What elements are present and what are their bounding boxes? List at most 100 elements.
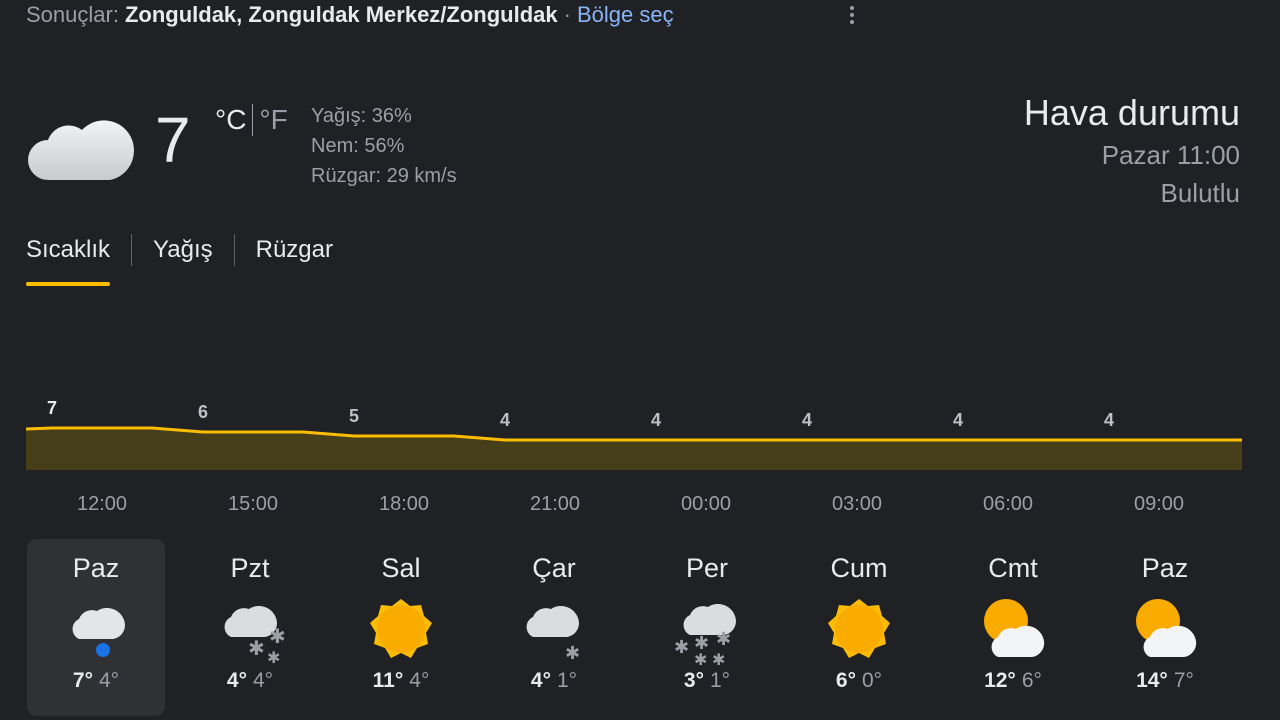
region-select-link[interactable]: Bölge seç <box>577 2 674 28</box>
weather-title: Hava durumu <box>1023 92 1240 133</box>
temperature-value-label: 4 <box>953 410 963 430</box>
day-name: Cum <box>830 553 888 583</box>
temperature-value-label: 4 <box>651 410 661 430</box>
day-name: Pzt <box>230 553 270 583</box>
day-card[interactable]: Paz 14° 7° <box>1096 539 1234 716</box>
tab-divider <box>131 234 133 266</box>
time-tick-label: 09:00 <box>1133 493 1185 515</box>
search-results-bar: Sonuçlar: Zonguldak, Zonguldak Merkez/Zo… <box>26 0 674 30</box>
separator-dot: · <box>563 2 571 27</box>
svg-text:✱: ✱ <box>694 650 707 665</box>
sun-icon <box>370 599 432 658</box>
temperature-area <box>26 428 1242 470</box>
cloud-icon <box>28 120 135 180</box>
celsius-button[interactable]: °C <box>215 104 246 136</box>
day-temperatures: 11° 4° <box>332 669 470 693</box>
day-temperatures: 6° 0° <box>790 669 928 693</box>
day-card[interactable]: Sal 11° 4° <box>332 539 470 716</box>
time-axis: 12:00 15:00 18:00 21:00 00:00 03:00 06:00 09:00 <box>0 493 1280 519</box>
time-tick-label: 15:00 <box>227 493 279 515</box>
day-card[interactable]: Çar ✱ 4° 1° <box>485 539 623 716</box>
partly-cloudy-icon <box>1136 599 1197 657</box>
wind-text: Rüzgar: 29 km/s <box>311 165 457 187</box>
svg-text:✱: ✱ <box>267 648 280 665</box>
chart-tabs: Sıcaklık Yağış Rüzgar <box>26 230 333 286</box>
more-options-icon[interactable] <box>842 0 862 30</box>
day-low-temp: 4° <box>99 669 120 692</box>
day-card[interactable]: Paz 7° 4° <box>27 539 165 716</box>
day-low-temp: 7° <box>1173 669 1194 692</box>
tab-temperature[interactable]: Sıcaklık <box>26 230 111 286</box>
sun-icon <box>828 599 890 658</box>
day-temperatures: 14° 7° <box>1096 669 1234 693</box>
temperature-value-label: 7 <box>47 398 57 418</box>
day-high-temp: 12° <box>984 669 1016 692</box>
tab-wind[interactable]: Rüzgar <box>256 230 333 286</box>
day-name: Çar <box>532 553 576 583</box>
time-tick-label: 00:00 <box>680 493 732 515</box>
day-name: Per <box>685 553 729 583</box>
day-card[interactable]: Cum 6° 0° <box>790 539 928 716</box>
precipitation-text: Yağış: 36% <box>311 105 412 127</box>
day-temperatures: 4° 4° <box>181 669 319 693</box>
location-name: Zonguldak, Zonguldak Merkez/Zonguldak <box>124 2 558 27</box>
weather-datetime: Pazar 11:00 <box>1101 140 1240 170</box>
results-label: Sonuçlar: <box>26 2 119 27</box>
day-high-temp: 4° <box>226 669 247 692</box>
cloud-snow-icon: ✱ ✱✱ <box>224 605 285 665</box>
partly-cloudy-icon <box>984 599 1045 657</box>
day-low-temp: 4° <box>253 669 274 692</box>
svg-text:✱: ✱ <box>269 624 285 648</box>
day-high-temp: 3° <box>683 669 704 692</box>
cloud-snow-light-icon: ✱ <box>526 605 580 664</box>
temperature-value-label: 4 <box>500 410 510 430</box>
day-name: Cmt <box>988 553 1038 583</box>
temperature-value-label: 4 <box>1104 410 1114 430</box>
time-tick-label: 06:00 <box>982 493 1034 515</box>
day-low-temp: 6° <box>1021 669 1042 692</box>
temperature-value-label: 4 <box>802 410 812 430</box>
weather-condition: Bulutlu <box>1160 178 1241 208</box>
current-details: Yağış: 36% Nem: 56% Rüzgar: 29 km/s <box>311 101 457 191</box>
day-high-temp: 6° <box>835 669 856 692</box>
day-name: Sal <box>381 553 421 583</box>
fahrenheit-button[interactable]: °F <box>259 104 287 136</box>
time-tick-label: 12:00 <box>76 493 128 515</box>
day-high-temp: 11° <box>372 669 404 692</box>
day-high-temp: 14° <box>1136 669 1168 692</box>
cloud-heavy-snow-icon: ✱ ✱ ✱✱ ✱ <box>674 603 737 665</box>
svg-text:✱: ✱ <box>248 636 265 660</box>
day-card[interactable]: Cmt 12° 6° <box>944 539 1082 716</box>
day-low-temp: 0° <box>862 669 883 692</box>
cloud-rain-icon <box>72 607 126 657</box>
temperature-value-label: 5 <box>349 406 359 426</box>
day-high-temp: 7° <box>72 669 93 692</box>
time-tick-label: 21:00 <box>529 493 581 515</box>
svg-text:✱: ✱ <box>712 650 725 665</box>
day-high-temp: 4° <box>530 669 551 692</box>
temperature-value-label: 6 <box>198 402 208 422</box>
day-name: Paz <box>72 553 120 583</box>
time-tick-label: 18:00 <box>378 493 430 515</box>
day-temperatures: 3° 1° <box>638 669 776 693</box>
svg-text:✱: ✱ <box>565 643 580 664</box>
day-card[interactable]: Per ✱ ✱ ✱ ✱ ✱ 3° 1° <box>638 539 776 716</box>
unit-divider <box>252 104 254 136</box>
day-temperatures: 12° 6° <box>944 669 1082 693</box>
temperature-chart: 7 6 5 4 4 4 4 4 <box>25 398 1242 470</box>
svg-text:✱: ✱ <box>674 637 689 658</box>
humidity-text: Nem: 56% <box>311 135 405 157</box>
day-low-temp: 4° <box>409 669 430 692</box>
tab-precipitation[interactable]: Yağış <box>153 230 213 286</box>
tab-divider <box>233 234 235 266</box>
daily-forecast: Paz 7° 4° Pzt ✱ ✱ ✱ 4° 4° Sal 11° 4° Çar ✱ 4° 1° Per ✱ ✱ ✱ ✱… <box>0 539 1280 719</box>
day-temperatures: 4° 1° <box>485 669 623 693</box>
day-temperatures: 7° 4° <box>27 669 165 693</box>
time-tick-label: 03:00 <box>831 493 883 515</box>
unit-toggle: °C °F <box>215 104 288 136</box>
day-low-temp: 1° <box>557 669 578 692</box>
day-low-temp: 1° <box>710 669 731 692</box>
day-name: Paz <box>1141 553 1189 583</box>
day-card[interactable]: Pzt ✱ ✱ ✱ 4° 4° <box>181 539 319 716</box>
current-temperature: 7 <box>155 104 191 176</box>
